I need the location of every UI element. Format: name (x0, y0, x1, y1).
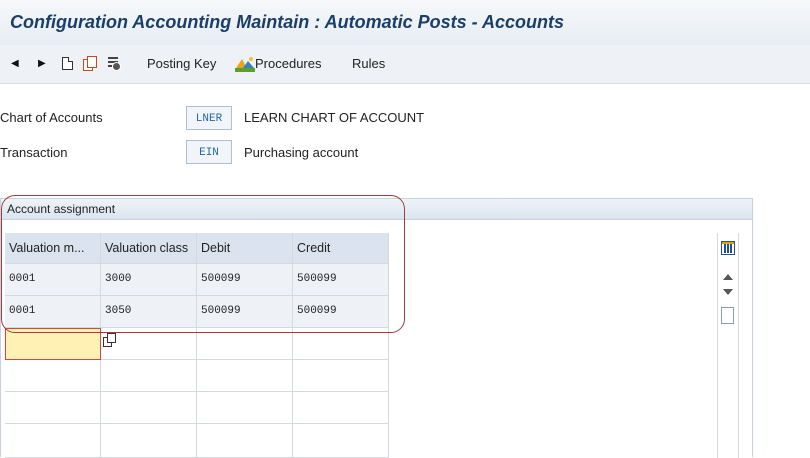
transaction-field[interactable]: EIN (186, 140, 232, 164)
application-toolbar: ◀ ▶ Posting Key Procedures Rules (0, 45, 810, 84)
valuation-modif-input[interactable] (5, 328, 101, 360)
table-settings-icon[interactable] (721, 241, 735, 255)
chart-of-accounts-label: Chart of Accounts (0, 110, 103, 125)
table-cell[interactable]: 500099 (293, 264, 389, 296)
table-cell-empty[interactable] (293, 424, 389, 458)
column-header-valuation-modif[interactable]: Valuation m... (5, 233, 101, 264)
title-bar: Configuration Accounting Maintain : Auto… (0, 0, 810, 46)
window-title: Configuration Accounting Maintain : Auto… (10, 12, 564, 32)
table-cell-empty[interactable] (293, 328, 389, 360)
value-help-icon[interactable] (103, 333, 117, 347)
table-cell[interactable]: 0001 (5, 296, 101, 328)
table-cell-empty[interactable] (197, 328, 293, 360)
table-cell[interactable]: 500099 (197, 296, 293, 328)
scroll-up-icon[interactable] (723, 274, 733, 280)
posting-key-button[interactable]: Posting Key (147, 45, 216, 83)
table-cell-empty[interactable] (101, 328, 197, 360)
table-cell[interactable]: 0001 (5, 264, 101, 296)
table-cell-empty[interactable] (101, 424, 197, 458)
scroll-thumb[interactable] (721, 307, 734, 324)
transaction-description: Purchasing account (244, 145, 359, 160)
table-cell[interactable]: 3000 (101, 264, 197, 296)
table-cell-empty[interactable] (293, 392, 389, 424)
forward-arrow-icon[interactable]: ▶ (38, 45, 46, 83)
table-cell[interactable]: 500099 (293, 296, 389, 328)
scroll-down-icon[interactable] (723, 289, 733, 295)
back-arrow-icon[interactable]: ◀ (11, 45, 19, 83)
chart-of-accounts-description: LEARN CHART OF ACCOUNT (244, 110, 425, 125)
procedures-button[interactable]: Procedures (255, 45, 321, 83)
table-cell[interactable]: 500099 (197, 264, 293, 296)
rules-button[interactable]: Rules (352, 45, 385, 83)
transaction-label: Transaction (0, 145, 68, 160)
procedures-icon[interactable] (235, 56, 255, 72)
table-cell-empty[interactable] (5, 424, 101, 458)
table-cell-empty[interactable] (5, 360, 101, 392)
account-assignment-panel: Account assignment Valuation m... Valuat… (0, 198, 753, 458)
column-header-valuation-class[interactable]: Valuation class (101, 233, 197, 264)
copy-icon[interactable] (83, 56, 97, 71)
account-assignment-header: Account assignment (1, 199, 752, 220)
table-cell-empty[interactable] (101, 392, 197, 424)
table-cell-empty[interactable] (5, 392, 101, 424)
chart-of-accounts-field[interactable]: LNER (186, 106, 232, 130)
table-cell-empty[interactable] (197, 392, 293, 424)
table-cell-empty[interactable] (101, 360, 197, 392)
new-entries-icon[interactable] (62, 57, 73, 70)
table-vertical-scrollbar[interactable] (717, 233, 739, 458)
delimit-icon[interactable] (107, 56, 121, 71)
table-cell-empty[interactable] (197, 424, 293, 458)
table-cell-empty[interactable] (197, 360, 293, 392)
column-header-credit[interactable]: Credit (293, 233, 389, 264)
table-cell-empty[interactable] (293, 360, 389, 392)
table-cell[interactable]: 3050 (101, 296, 197, 328)
account-assignment-title: Account assignment (7, 202, 116, 216)
column-header-debit[interactable]: Debit (197, 233, 293, 264)
